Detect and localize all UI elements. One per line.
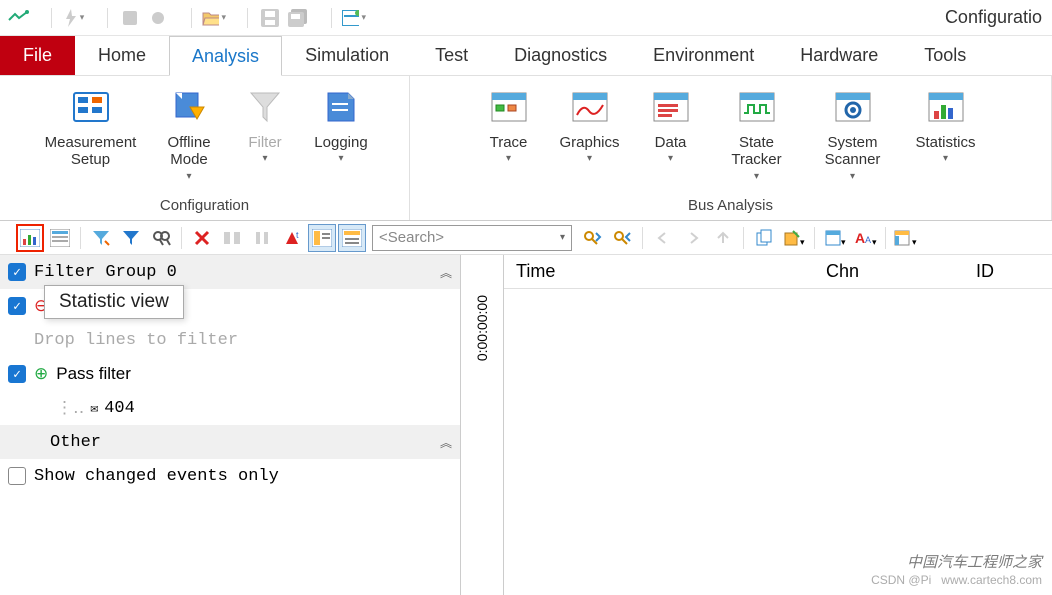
graphics-button[interactable]: Graphics▾ [550,80,630,171]
state-tracker-icon [736,86,778,128]
svg-text:▾: ▾ [912,237,917,247]
export-dropdown[interactable]: ▾ [780,224,808,252]
graphics-icon [569,86,611,128]
search-input[interactable]: <Search>▾ [372,225,572,251]
stop-icon[interactable] [118,6,142,30]
toggle-a-button[interactable] [308,224,336,252]
record-icon[interactable] [146,6,170,30]
tab-simulation[interactable]: Simulation [282,36,412,75]
svg-text:A: A [855,230,865,246]
filter-panel: Filter Group 0 ︽ ⊖ Stop filter Drop line… [0,255,460,595]
column-headers: Time Chn ID [504,255,1052,289]
svg-text:▾: ▾ [872,237,877,247]
tab-environment[interactable]: Environment [630,36,777,75]
offline-mode-button[interactable]: Offline Mode▾ [154,80,224,188]
toggle-b-button[interactable] [338,224,366,252]
statistics-icon [925,86,967,128]
copy-button[interactable] [750,224,778,252]
timeline-gutter: 0:00:00:00 [460,255,504,595]
state-tracker-button[interactable]: State Tracker▾ [712,80,802,188]
checkbox[interactable] [8,297,26,315]
sub-toolbar: t <Search>▾ ▾ ▾ AA▾ ▾ [0,221,1052,255]
find-prev-button[interactable] [608,224,636,252]
measurement-setup-icon [70,86,112,128]
find-next-button[interactable] [578,224,606,252]
tab-hardware[interactable]: Hardware [777,36,901,75]
logging-button[interactable]: Logging▾ [306,80,376,171]
logging-icon [320,86,362,128]
find-button[interactable] [147,224,175,252]
pass-filter-row[interactable]: ⊕ Pass filter [0,357,460,391]
funnel-out-button[interactable] [117,224,145,252]
show-changed-row[interactable]: Show changed events only [0,459,460,493]
tab-home[interactable]: Home [75,36,169,75]
tab-strip: File Home Analysis Simulation Test Diagn… [0,36,1052,76]
system-scanner-icon [832,86,874,128]
svg-text:A: A [865,235,871,245]
tab-file[interactable]: File [0,36,75,75]
col-chn[interactable]: Chn [814,261,964,282]
svg-text:▾: ▾ [841,237,846,247]
col-id[interactable]: ID [964,261,1006,282]
filter-icon [244,86,286,128]
system-scanner-button[interactable]: System Scanner▾ [808,80,898,188]
trace-table: Time Chn ID [504,255,1052,595]
other-section[interactable]: Other ︽ [0,425,460,459]
data-button[interactable]: Data▾ [636,80,706,171]
drop-hint: Drop lines to filter [0,323,460,357]
font-dropdown[interactable]: AA▾ [851,224,879,252]
measurement-setup-button[interactable]: Measurement Setup [33,80,148,175]
nav-fwd-button[interactable] [679,224,707,252]
tab-tools[interactable]: Tools [901,36,989,75]
filter-button[interactable]: Filter▾ [230,80,300,171]
save-all-icon[interactable] [286,6,310,30]
tab-analysis[interactable]: Analysis [169,36,282,76]
data-icon [650,86,692,128]
window-layout-icon[interactable] [342,6,366,30]
filter-group-row[interactable]: Filter Group 0 ︽ [0,255,460,289]
app-icon [6,6,30,30]
watermark: 中国汽车工程师之家 CSDN @Pi www.cartech8.com [871,554,1042,589]
section-button[interactable] [218,224,246,252]
nav-back-button[interactable] [649,224,677,252]
delta-button[interactable]: t [278,224,306,252]
open-folder-icon[interactable] [202,6,226,30]
pause-button[interactable] [248,224,276,252]
collapse-icon[interactable]: ︽ [440,264,452,281]
lightning-icon[interactable] [62,6,86,30]
content-area: Filter Group 0 ︽ ⊖ Stop filter Drop line… [0,255,1052,595]
funnel-in-button[interactable] [87,224,115,252]
ribbon-group-bus-analysis: Trace▾ Graphics▾ Data▾ State Tracker▾ Sy… [410,76,1052,220]
svg-text:▾: ▾ [800,237,805,247]
trace-button[interactable]: Trace▾ [474,80,544,171]
columns-dropdown[interactable]: ▾ [821,224,849,252]
nav-up-button[interactable] [709,224,737,252]
timeline-start: 0:00:00:00 [474,295,490,361]
tab-test[interactable]: Test [412,36,491,75]
chevron-down-icon: ▾ [560,232,565,243]
pass-filter-item[interactable]: ⋮‥✉ 404 [0,391,460,425]
checkbox[interactable] [8,365,26,383]
trace-icon [488,86,530,128]
offline-mode-icon [168,86,210,128]
config-label: Configuratio [945,7,1046,28]
save-icon[interactable] [258,6,282,30]
ribbon-group-configuration: Measurement Setup Offline Mode▾ Filter▾ … [0,76,410,220]
checkbox[interactable] [8,263,26,281]
col-time[interactable]: Time [504,261,814,282]
statistics-button[interactable]: Statistics▾ [904,80,988,171]
statistic-view-button[interactable] [16,224,44,252]
ribbon: Measurement Setup Offline Mode▾ Filter▾ … [0,76,1052,221]
quick-access-toolbar: Configuratio [0,0,1052,36]
svg-text:t: t [296,230,299,240]
checkbox[interactable] [8,467,26,485]
collapse-icon[interactable]: ︽ [440,434,452,451]
detail-view-button[interactable] [46,224,74,252]
tab-diagnostics[interactable]: Diagnostics [491,36,630,75]
delete-button[interactable] [188,224,216,252]
layout-dropdown[interactable]: ▾ [892,224,920,252]
tooltip: Statistic view [44,285,184,319]
